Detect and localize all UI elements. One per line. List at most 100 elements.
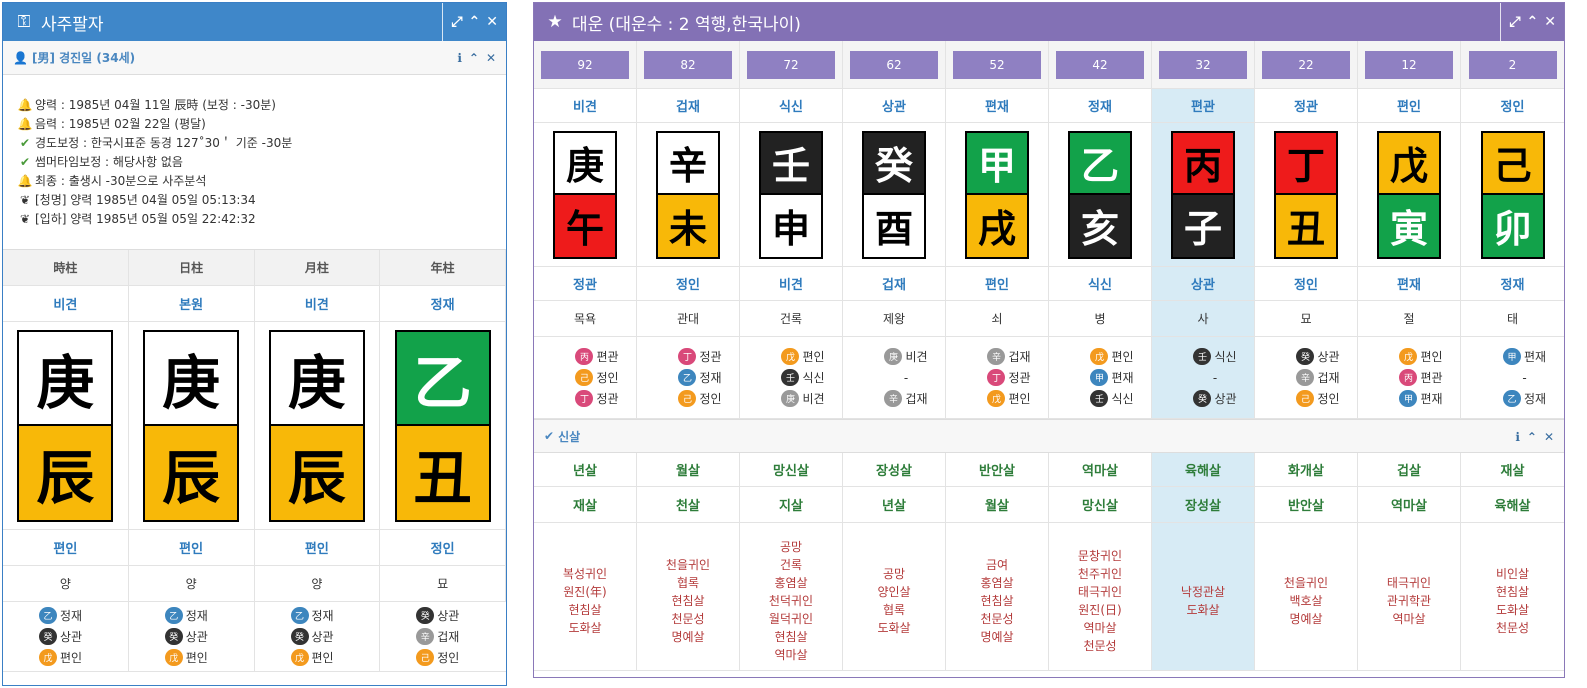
hidden-stem-row: - <box>1176 369 1254 387</box>
sinsal-year-text: 겁살 <box>1397 464 1421 479</box>
sinsal-grid: 년살 월살 망신살 장성살 반안살 역마살 육해살 화개살 겁살 재살 재살 천살 지살 년살 월살 망신살 장… <box>534 453 1564 671</box>
sinsal-day-text: 반안살 <box>1288 499 1324 514</box>
daewoon-age-button[interactable]: 62 <box>850 50 938 79</box>
info-text: 최종 : 출생시 -30분으로 사주분석 <box>35 174 207 188</box>
daewoon-age-cell[interactable]: 62 <box>843 41 946 89</box>
daewoon-age-cell[interactable]: 12 <box>1358 41 1461 89</box>
sinsal-day: 년살 <box>843 487 946 523</box>
daewoon-age-button[interactable]: 32 <box>1159 50 1247 79</box>
stem-god: 비견 <box>534 89 637 123</box>
hidden-stem-badge: 乙 <box>290 607 309 624</box>
pillar-header-text: 月柱 <box>304 261 329 275</box>
saju-panel-header: ⚿ 사주팔자 ⤢ ⌃ ✕ <box>3 3 506 41</box>
hidden-stem-god: 정관 <box>699 350 722 364</box>
daewoon-age-cell[interactable]: 92 <box>534 41 637 89</box>
hidden-stem-row: 己 정인 <box>416 649 459 667</box>
close-icon[interactable]: ✕ <box>1544 430 1554 444</box>
twelve-stage-text: 쇠 <box>991 312 1003 326</box>
close-icon[interactable]: ✕ <box>486 51 496 65</box>
twelve-stage: 양 <box>128 566 255 602</box>
sinsal-list-cell: 복성귀인 원진(年) 현침살 도화살 <box>534 523 637 671</box>
sinsal-day-text: 재살 <box>573 499 597 514</box>
sinsal-year-text: 육해살 <box>1185 464 1221 479</box>
daewoon-age-cell[interactable]: 42 <box>1049 41 1152 89</box>
heavenly-stem: 壬 <box>759 130 823 195</box>
hidden-stem-god: 편관 <box>1420 371 1443 385</box>
stem-god: 정재 <box>380 286 506 322</box>
daewoon-age-cell[interactable]: 2 <box>1461 41 1564 89</box>
daewoon-age-button[interactable]: 72 <box>747 50 835 79</box>
sinsal-day: 육해살 <box>1461 487 1564 523</box>
sinsal-year: 반안살 <box>946 453 1049 487</box>
hidden-stem-badge: 甲 <box>1090 369 1109 386</box>
info-icon[interactable]: ℹ <box>457 51 462 65</box>
daewoon-age-cell[interactable]: 72 <box>740 41 843 89</box>
hidden-stem-god: 상관 <box>311 630 334 644</box>
daewoon-age-button[interactable]: 52 <box>953 50 1041 79</box>
collapse-icon[interactable]: ⌃ <box>469 51 479 65</box>
sinsal-day: 천살 <box>637 487 740 523</box>
heavenly-stem: 辛 <box>656 130 720 195</box>
twelve-stage: 묘 <box>380 566 506 602</box>
hidden-stem-badge: 癸 <box>1296 348 1315 365</box>
sinsal-year: 월살 <box>637 453 740 487</box>
daewoon-age-cell[interactable]: 82 <box>637 41 740 89</box>
daewoon-age-button[interactable]: 2 <box>1468 50 1557 79</box>
heavenly-stem: 己 <box>1480 130 1545 195</box>
sinsal-item: 천문성 <box>1495 620 1530 635</box>
heavenly-stem: 戊 <box>1377 130 1441 195</box>
hidden-stems-cell: 辛 겁재 丁 정관 戊 편인 <box>946 337 1049 419</box>
hidden-stem-row: 丁 정관 <box>987 369 1031 387</box>
hidden-stem-god: 비견 <box>905 350 928 364</box>
hidden-stem-god: 정재 <box>699 371 722 385</box>
sinsal-year-text: 월살 <box>676 464 700 479</box>
daewoon-age-button[interactable]: 12 <box>1365 50 1453 79</box>
hidden-stem-god: 식신 <box>1214 350 1237 364</box>
branch-god: 정인 <box>1255 267 1358 301</box>
hidden-stems-cell: 壬 식신 - 癸 상관 <box>1152 337 1255 419</box>
close-icon[interactable]: ✕ <box>486 14 498 30</box>
sinsal-list-cell: 천을귀인 협록 현침살 천문성 명예살 <box>637 523 740 671</box>
hidden-stem-badge: 癸 <box>1193 390 1212 407</box>
sinsal-year-text: 망신살 <box>773 464 809 479</box>
earthly-branch: 辰 <box>143 425 240 522</box>
daewoon-age-cell[interactable]: 32 <box>1152 41 1255 89</box>
sinsal-item: 천문성 <box>671 611 705 626</box>
twelve-stage-text: 건록 <box>779 312 803 326</box>
expand-icon[interactable]: ⤢ <box>1509 14 1520 30</box>
hidden-stem-row: 戊 편인 <box>987 390 1031 408</box>
daewoon-age-button[interactable]: 82 <box>644 50 732 79</box>
daewoon-grid: 92 82 72 62 52 42 32 22 12 2 비견 겁재 식신 상관 편재 정재 편관 정관 편인 정인 庚… <box>534 41 1564 419</box>
hidden-stem-god: 편인 <box>311 651 334 665</box>
hidden-stem-badge: 辛 <box>884 390 903 407</box>
sinsal-day-text: 천살 <box>676 499 700 514</box>
twelve-stage: 양 <box>3 566 129 602</box>
collapse-icon[interactable]: ⌃ <box>1527 430 1537 444</box>
collapse-icon[interactable]: ⌃ <box>1527 14 1539 30</box>
sinsal-item: 현침살 <box>774 629 808 644</box>
hidden-stem-row: 己 정인 <box>1296 390 1340 408</box>
sinsal-day-text: 망신살 <box>1082 499 1118 514</box>
sinsal-item: 공망 <box>882 566 906 581</box>
branch-god: 식신 <box>1049 267 1152 301</box>
sinsal-list-cell: 비인살 현침살 도화살 천문성 <box>1461 523 1564 671</box>
daewoon-age-cell[interactable]: 52 <box>946 41 1049 89</box>
twelve-stage: 병 <box>1049 301 1152 337</box>
hidden-stem-row: 乙 정재 <box>164 607 208 625</box>
earthly-branch: 卯 <box>1480 194 1545 259</box>
hidden-stem-row: 癸 상관 <box>1296 348 1340 366</box>
stem-god-text: 정관 <box>1294 100 1318 115</box>
daewoon-age-button[interactable]: 22 <box>1262 50 1350 79</box>
info-icon[interactable]: ℹ <box>1515 430 1520 444</box>
daewoon-age-cell[interactable]: 22 <box>1255 41 1358 89</box>
expand-icon[interactable]: ⤢ <box>451 14 462 30</box>
daewoon-age-button[interactable]: 42 <box>1056 50 1144 79</box>
hidden-stem-badge: 癸 <box>416 607 435 624</box>
branch-god-text: 비견 <box>779 278 803 293</box>
twelve-stage-text: 관대 <box>676 312 700 326</box>
hidden-stem-row: 癸 상관 <box>416 607 459 625</box>
daewoon-age-button[interactable]: 92 <box>541 50 629 79</box>
hidden-stem-god: 정재 <box>311 609 334 623</box>
collapse-icon[interactable]: ⌃ <box>469 14 481 30</box>
close-icon[interactable]: ✕ <box>1544 14 1556 30</box>
